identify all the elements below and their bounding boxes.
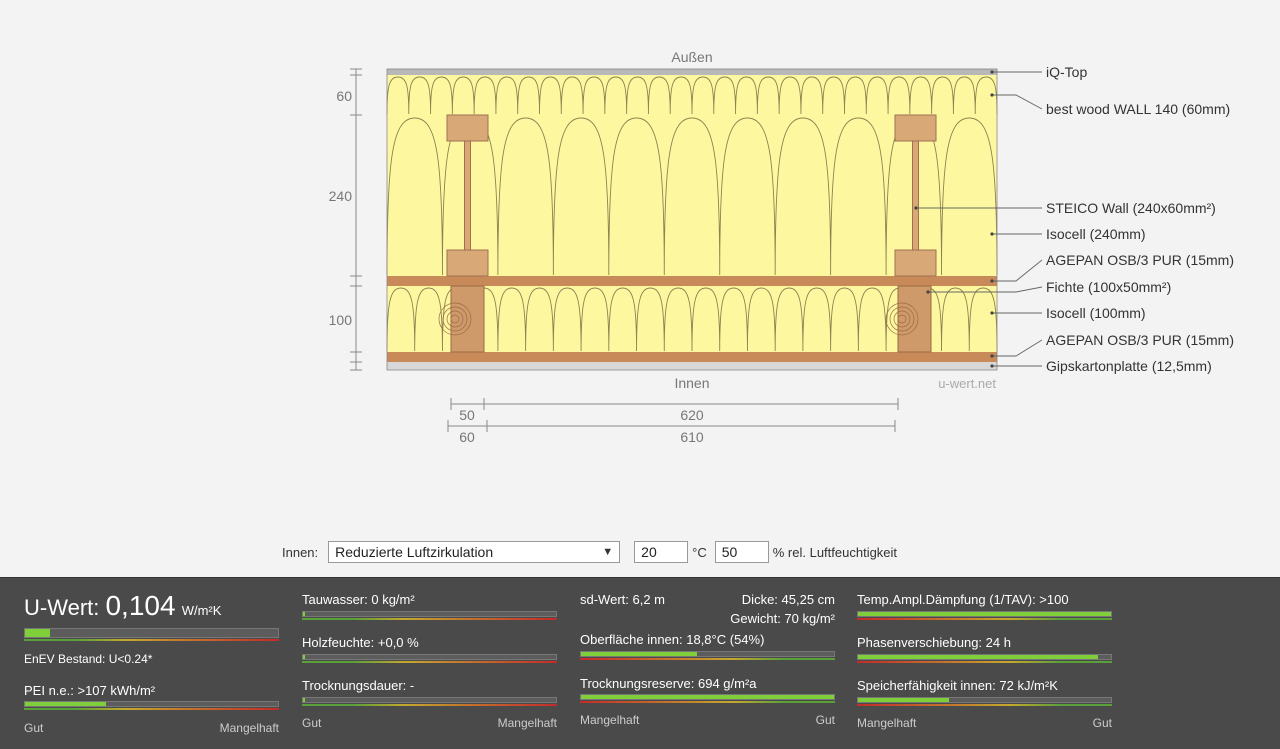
uwert-value: 0,104: [105, 590, 176, 621]
dropdown-arrow-icon: ▼: [602, 546, 614, 558]
layer-label-6: Isocell (100mm): [1046, 305, 1146, 321]
humidity-unit: % rel. Luftfeuchtigkeit: [772, 544, 898, 560]
left-dim-label-2: 100: [329, 312, 353, 328]
layer-iq-top: [387, 69, 997, 75]
layer-label-8: Gipskartonplatte (12,5mm): [1046, 358, 1212, 374]
results-panel: U-Wert: 0,104 W/m²K EnEV Bestand: U<0.24…: [0, 577, 1280, 749]
bottom-dim-label1-1: 620: [680, 407, 704, 423]
leader-dot-7: [990, 354, 994, 358]
temperature-unit: °C: [692, 544, 707, 560]
uwert-bar: [24, 628, 279, 638]
leader-dot-5: [926, 290, 930, 294]
wall-cross-section-diagram: 60 240 100 50 620 60 610 Außen Innen u-wert.net i…: [329, 49, 1234, 445]
watermark: u-wert.net: [938, 376, 996, 391]
humidity-input[interactable]: [714, 541, 769, 563]
trocknungsdauer-title: Trocknungsdauer: -: [302, 678, 415, 693]
leader-dot-0: [990, 70, 994, 74]
speicher-title: Speicherfähigkeit innen: 72 kJ/m²K: [857, 678, 1058, 693]
col1-scale: Gut Mangelhaft: [24, 721, 279, 735]
bottom-dim-label1-0: 50: [459, 407, 475, 423]
leader-line-1: [992, 94, 1043, 110]
outside-label: Außen: [671, 49, 712, 65]
enev-text: EnEV Bestand: U<0.24*: [24, 652, 153, 666]
leader-line-4: [992, 259, 1043, 282]
temp-ampl-title: Temp.Ampl.Dämpfung (1/TAV): >100: [857, 592, 1069, 607]
stud-web-1: [912, 140, 919, 251]
col2-scale: Gut Mangelhaft: [302, 716, 557, 730]
uwert-unit: W/m²K: [181, 603, 222, 618]
layer-label-3: Isocell (240mm): [1046, 226, 1146, 242]
wall-layers: [386, 68, 998, 371]
temp-ampl-bar: [857, 611, 1112, 617]
oberflaeche-title: Oberfläche innen: 18,8°C (54%): [580, 632, 765, 647]
pei-bar: [24, 701, 279, 707]
batten-1: [897, 285, 932, 353]
layer-gipskarton: [387, 362, 997, 370]
tauwasser-bar: [302, 611, 557, 617]
phasen-title: Phasenverschiebung: 24 h: [857, 635, 1011, 650]
leader-dot-6: [990, 311, 994, 315]
gewicht-text: Gewicht: 70 kg/m²: [730, 611, 835, 626]
stud-flange-bottom-1: [894, 249, 937, 277]
trocknungsdauer-bar: [302, 697, 557, 703]
stud-flange-bottom-0: [446, 249, 489, 277]
tauwasser-title: Tauwasser: 0 kg/m²: [302, 592, 415, 607]
leader-dot-3: [990, 232, 994, 236]
phasen-bar: [857, 654, 1112, 660]
col4-scale: Mangelhaft Gut: [857, 716, 1112, 730]
climate-controls: Innen: Reduzierte Luftzirkulation ▼ °C %…: [282, 540, 905, 564]
leader-line-7: [992, 339, 1043, 357]
stud-flange-top-1: [894, 114, 937, 142]
inside-label: Innen: [674, 375, 709, 391]
inside-climate-label: Innen:: [282, 544, 319, 560]
col3-scale: Mangelhaft Gut: [580, 713, 835, 727]
leader-dot-1: [990, 93, 994, 97]
holzfeuchte-title: Holzfeuchte: +0,0 %: [302, 635, 419, 650]
layer-label-4: AGEPAN OSB/3 PUR (15mm): [1046, 252, 1234, 268]
trocknungsreserve-title: Trocknungsreserve: 694 g/m²a: [580, 676, 757, 691]
trocknungsreserve-bar: [580, 694, 835, 700]
air-circulation-select[interactable]: Reduzierte Luftzirkulation ▼: [328, 541, 621, 563]
batten-0: [450, 285, 485, 353]
leader-dot-8: [990, 364, 994, 368]
left-dim-label-1: 240: [329, 188, 353, 204]
stud-web-0: [464, 140, 471, 251]
speicher-bar: [857, 697, 1112, 703]
layer-label-1: best wood WALL 140 (60mm): [1046, 101, 1230, 117]
leader-dot-2: [914, 206, 918, 210]
layer-osb-inner: [387, 352, 997, 362]
layer-label-7: AGEPAN OSB/3 PUR (15mm): [1046, 332, 1234, 348]
bottom-dim-label2-1: 610: [680, 429, 704, 445]
layer-label-2: STEICO Wall (240x60mm²): [1046, 200, 1216, 216]
leader-dot-4: [990, 279, 994, 283]
bottom-dim-label2-0: 60: [459, 429, 475, 445]
temperature-input[interactable]: [634, 541, 689, 563]
layer-label-0: iQ-Top: [1046, 64, 1087, 80]
oberflaeche-bar: [580, 651, 835, 657]
stud-flange-top-0: [446, 114, 489, 142]
uwert-title: U-Wert: 0,104 W/m²K: [24, 590, 222, 621]
layer-label-5: Fichte (100x50mm²): [1046, 279, 1171, 295]
layer-osb-outer: [387, 276, 997, 286]
dicke-text: Dicke: 45,25 cm: [741, 592, 835, 607]
sd-wert-text: sd-Wert: 6,2 m: [580, 592, 666, 607]
air-circulation-value: Reduzierte Luftzirkulation: [335, 544, 494, 560]
pei-title: PEI n.e.: >107 kWh/m²: [24, 683, 156, 698]
left-dim-label-0: 60: [336, 88, 352, 104]
holzfeuchte-bar: [302, 654, 557, 660]
